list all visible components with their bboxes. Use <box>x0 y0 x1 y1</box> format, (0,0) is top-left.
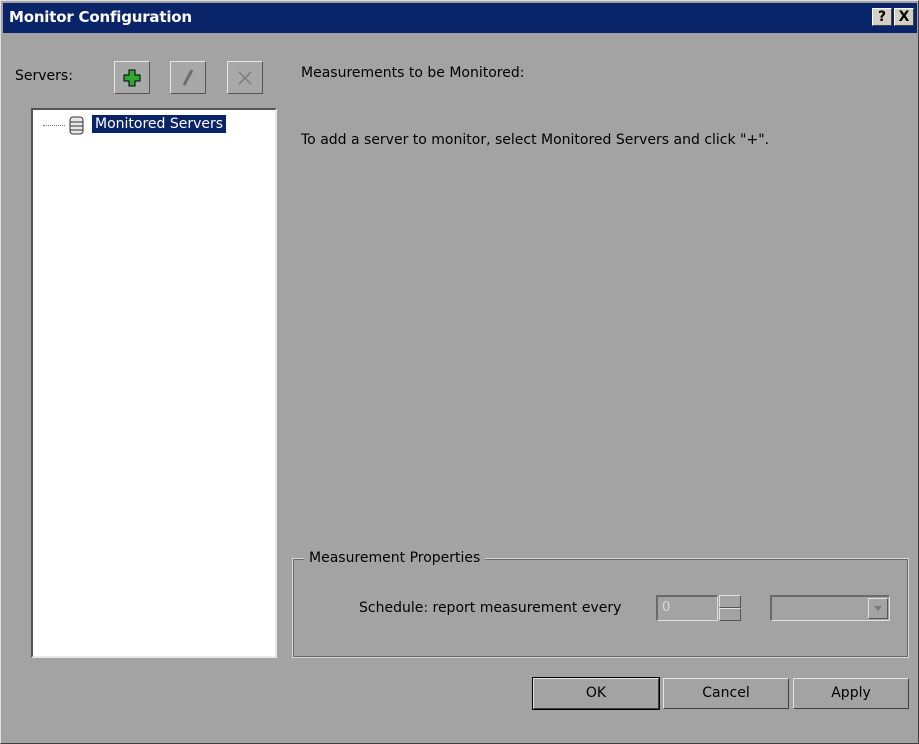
measurements-hint: To add a server to monitor, select Monit… <box>301 132 770 148</box>
edit-server-button[interactable] <box>170 61 206 94</box>
chevron-down-icon <box>874 606 882 611</box>
interval-unit-select[interactable] <box>770 595 890 621</box>
measurement-properties-legend: Measurement Properties <box>304 550 486 566</box>
server-database-icon <box>69 116 84 135</box>
cancel-button-label: Cancel <box>702 685 750 701</box>
apply-button[interactable]: Apply <box>793 678 909 709</box>
x-icon <box>238 71 252 85</box>
add-server-button[interactable] <box>114 61 150 94</box>
cancel-button[interactable]: Cancel <box>663 678 789 709</box>
spin-down-button[interactable] <box>719 608 741 621</box>
window-title: Monitor Configuration <box>9 8 192 26</box>
measurements-title: Measurements to be Monitored: <box>301 65 525 81</box>
spin-up-button[interactable] <box>719 595 741 608</box>
plus-icon <box>123 69 141 87</box>
ok-button[interactable]: OK <box>532 677 660 710</box>
dropdown-arrow-button[interactable] <box>868 598 888 619</box>
pencil-icon <box>182 69 194 86</box>
servers-tree[interactable]: Monitored Servers <box>31 108 277 658</box>
close-button[interactable]: X <box>894 8 914 26</box>
delete-server-button[interactable] <box>227 61 263 94</box>
tree-connector-line <box>43 125 65 126</box>
ok-button-label: OK <box>585 685 607 701</box>
schedule-label: Schedule: report measurement every <box>359 600 622 616</box>
tree-item-monitored-servers[interactable]: Monitored Servers <box>92 115 227 133</box>
help-button[interactable]: ? <box>872 8 892 26</box>
interval-input[interactable]: 0 <box>656 595 718 621</box>
servers-label: Servers: <box>15 68 73 84</box>
monitor-configuration-dialog: Monitor Configuration ? X Servers: Monit… <box>0 0 919 744</box>
title-bar: Monitor Configuration ? X <box>3 3 917 33</box>
interval-spinner[interactable] <box>719 595 741 621</box>
apply-button-label: Apply <box>831 685 871 701</box>
